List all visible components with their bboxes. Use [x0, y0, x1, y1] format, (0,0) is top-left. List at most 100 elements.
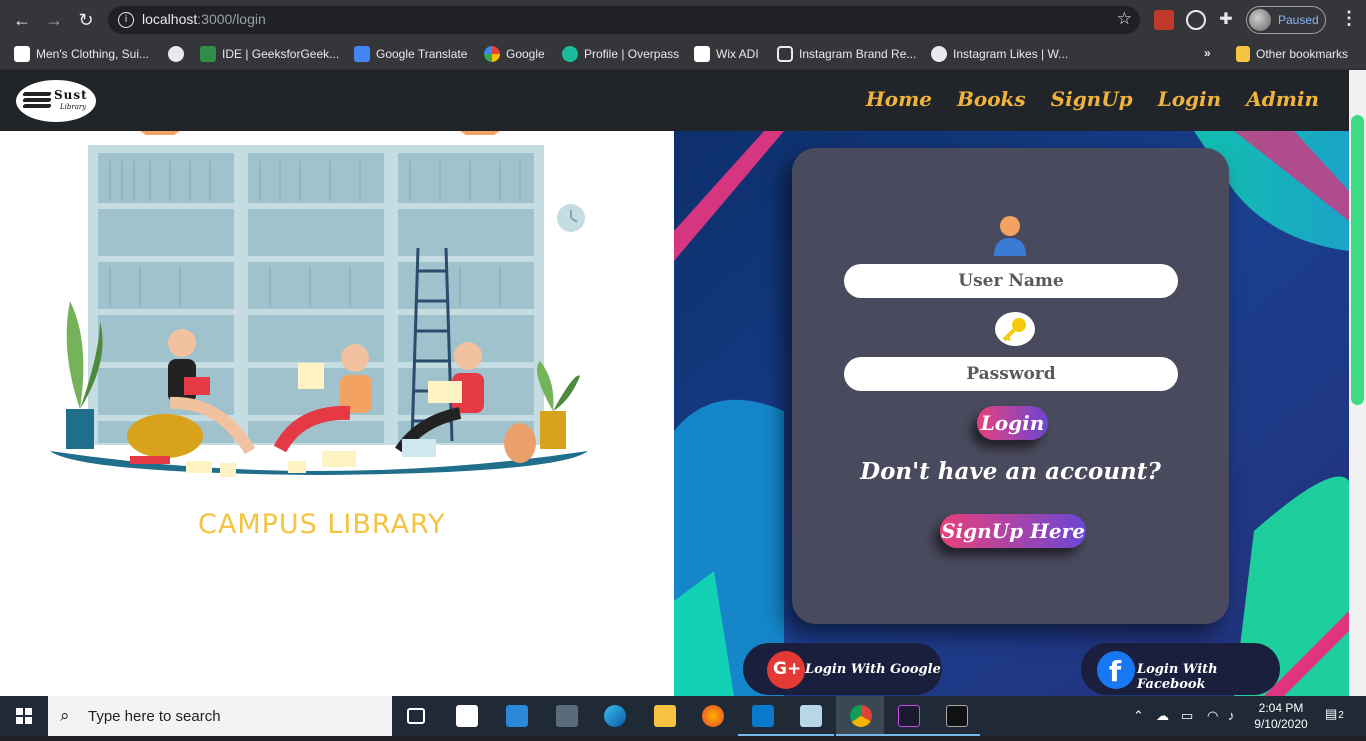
books-icon	[22, 92, 52, 112]
signup-here-button[interactable]: SignUp Here	[940, 514, 1086, 548]
facebook-label: Login With Facebook	[1137, 662, 1218, 692]
notification-count: 2	[1338, 710, 1344, 721]
bookmark-google[interactable]: Google	[484, 46, 545, 64]
other-bookmarks[interactable]: Other bookmarks	[1236, 46, 1348, 64]
logo-subtitle: Library	[60, 103, 87, 111]
url-host: localhost	[142, 11, 198, 27]
windows-start-button[interactable]	[0, 696, 48, 736]
nav-signup[interactable]: SignUp	[1051, 87, 1133, 111]
gfg-icon	[200, 46, 216, 62]
battery-icon[interactable]: ▭	[1181, 708, 1193, 724]
campus-library-caption: CAMPUS LIBRARY	[198, 509, 446, 540]
profile-status: Paused	[1278, 13, 1319, 27]
calculator-icon[interactable]	[542, 696, 590, 736]
bookmark-favicon-icon	[14, 46, 30, 62]
nav-admin[interactable]: Admin	[1246, 87, 1319, 111]
taskbar-search[interactable]: ⌕	[48, 696, 392, 736]
url-path: :3000/login	[197, 11, 266, 27]
page-scrollbar[interactable]	[1349, 70, 1366, 696]
bookmark-mens-clothing[interactable]: Men's Clothing, Sui...	[14, 46, 149, 64]
login-button[interactable]: Login	[977, 406, 1048, 440]
bookmark-geeksforgeeks[interactable]: IDE | GeeksforGeek...	[200, 46, 339, 64]
notification-center-icon[interactable]: ▤2	[1325, 706, 1344, 722]
facebook-icon: f	[1097, 651, 1135, 689]
back-arrow-icon[interactable]: ←	[10, 8, 34, 32]
task-view-icon[interactable]	[392, 696, 440, 736]
bookmark-instagram-likes[interactable]: Instagram Likes | W...	[931, 46, 1068, 64]
taskbar-search-input[interactable]	[88, 706, 378, 726]
password-input[interactable]	[844, 357, 1178, 391]
site-info-icon[interactable]: i	[118, 12, 134, 28]
clock-time: 2:04 PM	[1258, 701, 1304, 715]
instagram-icon	[777, 46, 793, 62]
page: Sust Library Home Books SignUp Login Adm…	[0, 70, 1349, 696]
clock-date: 9/10/2020	[1254, 717, 1308, 731]
system-clock[interactable]: 2:04 PM 9/10/2020	[1253, 700, 1309, 732]
bookmark-google-translate[interactable]: Google Translate	[354, 46, 467, 64]
no-account-text: Don't have an account?	[860, 458, 1161, 485]
bookmark-overpass[interactable]: Profile | Overpass	[562, 46, 679, 64]
browser-toolbar: ← → ↻ i localhost:3000/login ☆ ✚ Paused …	[0, 0, 1366, 40]
vscode-icon[interactable]	[738, 696, 786, 736]
bookmark-label: IDE | GeeksforGeek...	[222, 47, 340, 61]
google-plus-icon: G+	[767, 651, 805, 689]
tray-chevron-icon[interactable]: ⌃	[1133, 708, 1144, 724]
bookmark-label: Google Translate	[376, 47, 468, 61]
nav-books[interactable]: Books	[957, 87, 1026, 111]
site-logo[interactable]: Sust Library	[16, 80, 96, 122]
bookmark-label: Men's Clothing, Sui...	[36, 47, 150, 61]
url-text[interactable]: localhost:3000/login	[142, 11, 266, 27]
bookmark-star-icon[interactable]: ☆	[1117, 9, 1132, 29]
login-card: Login Don't have an account? SignUp Here	[792, 148, 1229, 624]
cmd-icon[interactable]	[932, 696, 980, 736]
notepad-icon[interactable]	[786, 696, 834, 736]
mail-icon[interactable]	[492, 696, 540, 736]
navbar: Sust Library Home Books SignUp Login Adm…	[0, 70, 1349, 131]
globe-icon	[168, 46, 184, 62]
login-with-google-button[interactable]: G+ Login With Google	[743, 643, 942, 695]
extension-target-icon[interactable]	[1186, 10, 1206, 30]
bookmark-wix[interactable]: Wix ADI	[694, 46, 759, 64]
forward-arrow-icon[interactable]: →	[42, 8, 66, 32]
profile-button[interactable]: Paused	[1246, 6, 1326, 34]
windows-logo-icon	[16, 708, 32, 724]
user-icon	[994, 216, 1026, 256]
nav-home[interactable]: Home	[866, 87, 932, 111]
library-illustration	[50, 131, 588, 477]
onedrive-icon[interactable]: ☁	[1156, 708, 1169, 724]
terminal-icon[interactable]	[884, 696, 932, 736]
bookmark-globe[interactable]	[168, 46, 190, 64]
username-input[interactable]	[844, 264, 1178, 298]
address-bar[interactable]: i localhost:3000/login ☆	[108, 6, 1140, 34]
globe-icon	[931, 46, 947, 62]
bookmark-label: Profile | Overpass	[584, 47, 680, 61]
login-pane: Login Don't have an account? SignUp Here…	[674, 131, 1349, 696]
bookmark-label: Instagram Brand Re...	[799, 47, 917, 61]
firefox-icon[interactable]	[688, 696, 736, 736]
bookmark-label: Wix ADI	[716, 47, 759, 61]
library-illustration-pane: CAMPUS LIBRARY	[0, 131, 674, 696]
login-with-facebook-button[interactable]: f Login With Facebook	[1081, 643, 1280, 695]
google-translate-icon	[354, 46, 370, 62]
file-explorer-icon[interactable]	[640, 696, 688, 736]
bookmark-instagram-brand[interactable]: Instagram Brand Re...	[777, 46, 916, 64]
bookmark-label: Google	[506, 47, 545, 61]
nav-links: Home Books SignUp Login Admin	[841, 87, 1319, 111]
scrollbar-thumb[interactable]	[1351, 115, 1364, 405]
extension-icon[interactable]	[1154, 10, 1174, 30]
key-icon	[995, 312, 1035, 346]
folder-icon	[1236, 46, 1250, 62]
chrome-icon[interactable]	[836, 696, 884, 736]
store-icon[interactable]	[442, 696, 490, 736]
edge-icon[interactable]	[590, 696, 638, 736]
nav-login[interactable]: Login	[1158, 87, 1222, 111]
extensions-puzzle-icon[interactable]: ✚	[1216, 10, 1236, 30]
bookmark-label: Instagram Likes | W...	[953, 47, 1069, 61]
windows-taskbar: ⌕ ⌃ ☁ ▭ ◠ ♪ 2:04 PM 9/10/2020 ▤2	[0, 696, 1366, 736]
bookmarks-overflow[interactable]: »	[1204, 46, 1211, 64]
menu-kebab-icon[interactable]: ⋮	[1340, 8, 1358, 29]
logo-title: Sust	[54, 88, 88, 102]
wifi-icon[interactable]: ◠	[1207, 708, 1218, 724]
volume-icon[interactable]: ♪	[1228, 708, 1235, 723]
reload-icon[interactable]: ↻	[74, 8, 98, 32]
